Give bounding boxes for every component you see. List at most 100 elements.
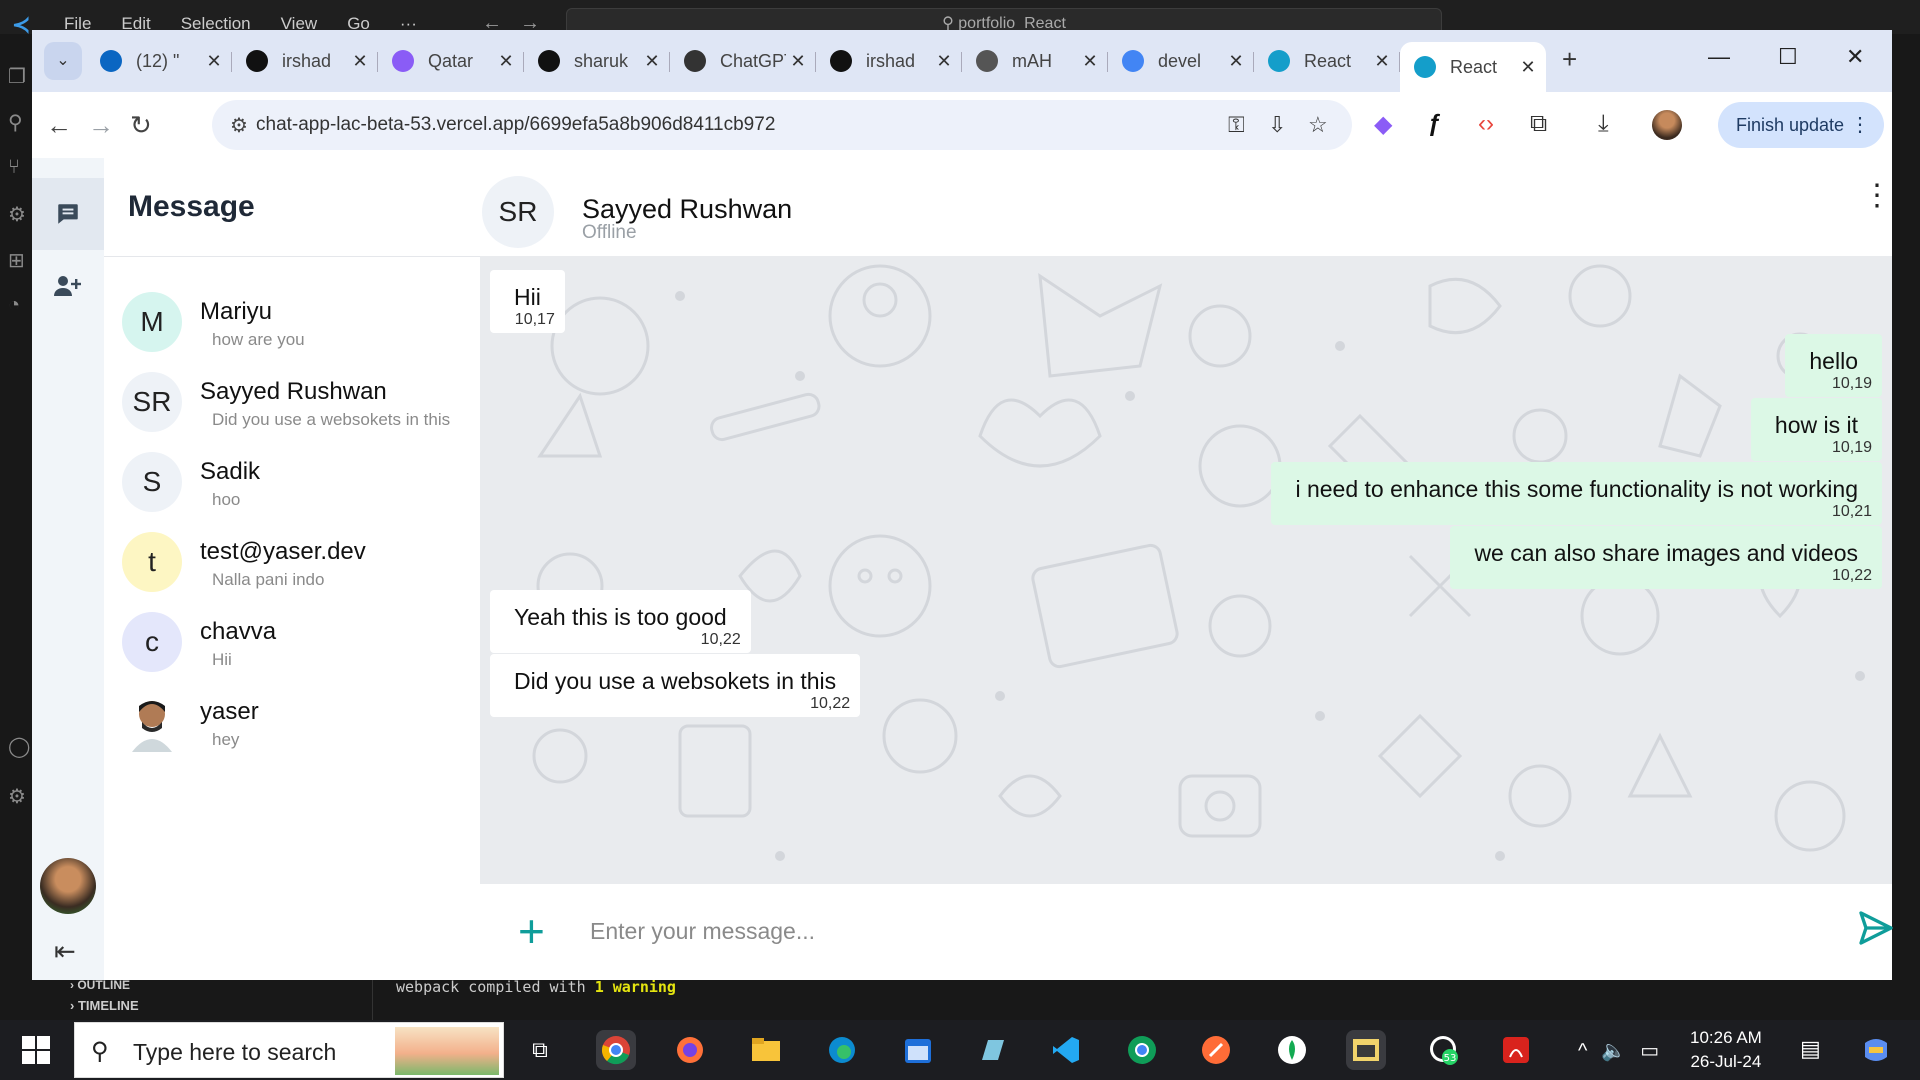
more-options-icon[interactable]: ⋮ [1862,181,1892,211]
incoming-message[interactable]: Hii 10,17 [490,270,565,333]
outgoing-message[interactable]: how is it 10,19 [1750,398,1882,461]
extensions-icon[interactable]: ⊞ [8,248,25,273]
close-icon[interactable]: ✕ [786,51,810,72]
firefox-taskbar-icon[interactable] [670,1030,710,1070]
browser-tab[interactable]: irshad ✕ [816,42,962,80]
close-icon[interactable]: ✕ [1370,51,1394,72]
remote-icon[interactable]: ◔ [8,294,20,317]
taskbar-search[interactable]: ⚲ Type here to search [74,1022,504,1078]
vscode-taskbar-icon[interactable] [1046,1030,1086,1070]
close-icon[interactable]: ✕ [202,51,226,72]
conversation-item[interactable]: SR Sayyed Rushwan Did you use a websokets … [104,354,480,444]
conversation-item[interactable]: yaser hey [104,674,480,764]
bookmark-star-icon[interactable]: ☆ [1308,112,1328,138]
task-view-icon[interactable]: ⧉ [520,1030,560,1070]
file-explorer-taskbar-icon[interactable] [746,1030,786,1070]
reload-button[interactable]: ↻ [130,110,152,141]
outline-section[interactable]: › OUTLINE [70,978,130,992]
media-app-taskbar-icon[interactable] [1346,1030,1386,1070]
tab-search-button[interactable]: ⌄ [44,42,82,80]
browser-tab[interactable]: React ✕ [1254,42,1400,80]
notification-icon[interactable]: ▤ [1800,1036,1821,1062]
install-app-icon[interactable]: ⇩ [1268,112,1286,138]
outgoing-message[interactable]: hello 10,19 [1785,334,1882,397]
whatsapp-taskbar-icon[interactable]: 53 [1424,1030,1464,1070]
github-icon [830,50,852,72]
incoming-message[interactable]: Did you use a websokets in this 10,22 [490,654,861,717]
rail-add-friend[interactable] [32,250,104,322]
address-bar[interactable]: ⚙ chat-app-lac-beta-53.vercel.app/6699ef… [212,100,1352,150]
profile-avatar[interactable] [1652,110,1682,140]
close-icon[interactable]: ✕ [640,51,664,72]
browser-tab[interactable]: irshad ✕ [232,42,378,80]
browser-tab[interactable]: Qatar ✕ [378,42,524,80]
timeline-section[interactable]: › TIMELINE [70,998,139,1013]
account-icon[interactable]: ◯ [8,734,30,759]
send-icon[interactable] [1856,908,1896,948]
downloads-icon[interactable]: ⤓ [1598,110,1609,138]
chat-contact-status: Offline [582,222,637,243]
conversation-item[interactable]: t test@yaser.dev Nalla pani indo [104,514,480,604]
calendar-taskbar-icon[interactable] [898,1030,938,1070]
extension-fonts-icon[interactable]: ƒ [1428,110,1441,138]
message-composer: + [480,884,1893,980]
new-tab-button[interactable]: + [1562,44,1577,75]
incoming-message[interactable]: Yeah this is too good 10,22 [490,590,751,653]
explorer-icon[interactable]: ❐ [8,64,26,89]
notes-taskbar-icon[interactable] [972,1030,1012,1070]
site-info-icon[interactable]: ⚙ [230,113,248,138]
message-time: 10,21 [1831,503,1872,520]
chrome-taskbar-icon[interactable] [596,1030,636,1070]
back-button[interactable]: ← [46,110,72,141]
edge-taskbar-icon[interactable] [822,1030,862,1070]
chrome-profile-taskbar-icon[interactable] [1122,1030,1162,1070]
password-key-icon[interactable]: ⚿ [1228,112,1245,138]
conversation-item[interactable]: M Mariyu how are you [104,274,480,364]
rail-messages[interactable] [32,178,104,250]
current-user-avatar[interactable] [40,858,96,914]
taskbar-clock[interactable]: 10:26 AM 26-Jul-24 [1690,1026,1762,1074]
extension-gem-icon[interactable]: ◆ [1374,110,1392,139]
outgoing-message[interactable]: we can also share images and videos 10,22 [1450,526,1882,589]
search-icon[interactable]: ⚲ [8,110,23,135]
forward-button[interactable]: → [88,110,114,141]
mongodb-taskbar-icon[interactable] [1272,1030,1312,1070]
copilot-icon[interactable] [1856,1030,1896,1070]
browser-tab[interactable]: React ✕ [1400,42,1546,92]
message-input[interactable] [590,908,1770,954]
browser-tab[interactable]: ChatGPT✕ [670,42,816,80]
browser-tab[interactable]: sharuk ✕ [524,42,670,80]
close-icon[interactable]: ✕ [932,51,956,72]
browser-tab[interactable]: mAH ✕ [962,42,1108,80]
conversation-item[interactable]: S Sadik hoo [104,434,480,524]
logout-icon[interactable]: ⇤ [54,936,76,967]
close-icon[interactable]: ✕ [494,51,518,72]
browser-tab[interactable]: (12) " ✕ [86,42,232,80]
maximize-button[interactable]: ☐ [1778,44,1798,70]
finish-update-button[interactable]: Finish update ⋮ [1718,102,1884,148]
attach-plus-icon[interactable]: + [518,904,545,958]
postman-taskbar-icon[interactable] [1196,1030,1236,1070]
debug-icon[interactable]: ⚙ [8,202,26,227]
close-icon[interactable]: ✕ [348,51,372,72]
settings-gear-icon[interactable]: ⚙ [8,784,26,809]
system-tray[interactable]: ^🔈▭ [1578,1038,1673,1063]
extensions-puzzle-icon[interactable]: ⧉ [1530,110,1547,138]
url-text[interactable]: chat-app-lac-beta-53.vercel.app/6699efa5… [256,114,775,136]
outgoing-message[interactable]: i need to enhance this some functionalit… [1271,462,1882,525]
acrobat-taskbar-icon[interactable] [1496,1030,1536,1070]
close-icon[interactable]: ✕ [1516,57,1540,78]
source-control-icon[interactable]: ⑂ [8,156,20,179]
windows-start-icon[interactable] [22,1036,50,1064]
minimize-button[interactable]: — [1708,44,1730,70]
close-icon[interactable]: ✕ [1078,51,1102,72]
browser-tab[interactable]: devel ✕ [1108,42,1254,80]
conversation-item[interactable]: c chavva Hii [104,594,480,684]
chat-contact-avatar[interactable]: SR [482,176,554,248]
tab-title: React [1450,56,1498,77]
close-window-button[interactable]: ✕ [1846,44,1864,70]
extension-code-icon[interactable]: ‹› [1478,110,1494,138]
close-icon[interactable]: ✕ [1224,51,1248,72]
conversation-preview: Nalla pani indo [212,570,325,589]
conversation-sidebar: Message M Mariyu how are you SR Sayyed Rushw… [104,158,480,980]
